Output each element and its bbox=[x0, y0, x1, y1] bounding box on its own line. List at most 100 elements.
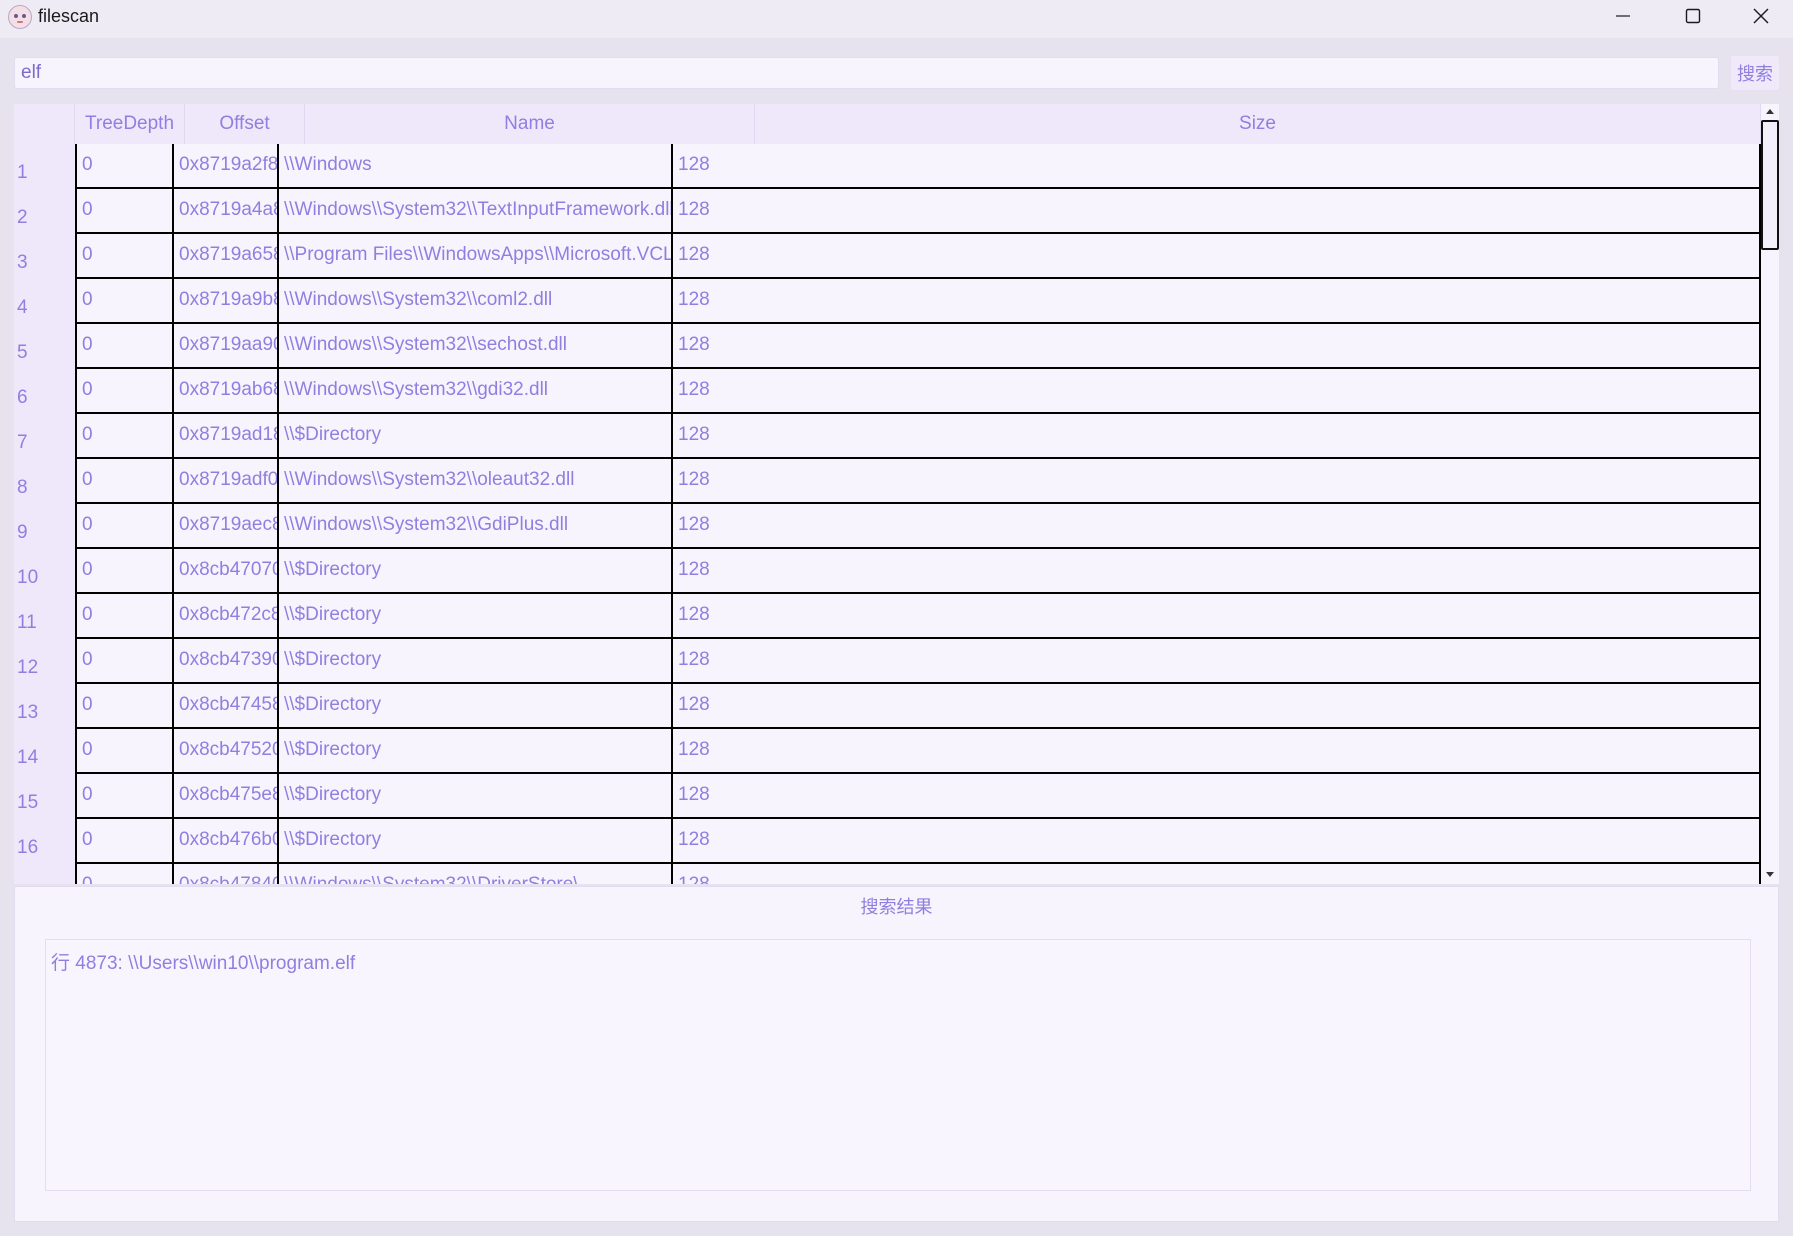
cell-offset[interactable]: 0x8cb47520 bbox=[172, 729, 277, 772]
cell-offset[interactable]: 0x8719a9b8 bbox=[172, 279, 277, 322]
cell-size[interactable]: 128 bbox=[671, 639, 1759, 682]
cell-offset[interactable]: 0x8cb47390 bbox=[172, 639, 277, 682]
cell-treedepth[interactable]: 0 bbox=[77, 684, 172, 727]
maximize-button[interactable] bbox=[1658, 0, 1728, 32]
row-number[interactable]: 4 bbox=[14, 279, 75, 324]
scroll-down-icon[interactable] bbox=[1764, 868, 1776, 880]
cell-name[interactable]: \\Windows bbox=[277, 144, 671, 187]
cell-treedepth[interactable]: 0 bbox=[77, 189, 172, 232]
header-corner[interactable] bbox=[14, 104, 75, 144]
cell-name[interactable]: \\Windows\\System32\\TextInputFramework.… bbox=[277, 189, 671, 232]
cell-size[interactable]: 128 bbox=[671, 819, 1759, 862]
row-number[interactable]: 3 bbox=[14, 234, 75, 279]
table-vertical-scrollbar[interactable] bbox=[1761, 104, 1779, 884]
cell-offset[interactable]: 0x8719ab68 bbox=[172, 369, 277, 412]
cell-treedepth[interactable]: 0 bbox=[77, 729, 172, 772]
cell-treedepth[interactable]: 0 bbox=[77, 819, 172, 862]
cell-offset[interactable]: 0x8719aec8 bbox=[172, 504, 277, 547]
cell-offset[interactable]: 0x8cb47458 bbox=[172, 684, 277, 727]
row-number[interactable]: 2 bbox=[14, 189, 75, 234]
row-number[interactable]: 6 bbox=[14, 369, 75, 414]
cell-treedepth[interactable]: 0 bbox=[77, 504, 172, 547]
cell-name[interactable]: \\Windows\\System32\\coml2.dll bbox=[277, 279, 671, 322]
cell-size[interactable]: 128 bbox=[671, 144, 1759, 187]
cell-offset[interactable]: 0x8719a658 bbox=[172, 234, 277, 277]
search-results-textarea[interactable]: 行 4873: \\Users\\win10\\program.elf bbox=[45, 939, 1751, 1191]
scroll-up-icon[interactable] bbox=[1764, 106, 1776, 118]
cell-name[interactable]: \\Program Files\\WindowsApps\\Microsoft.… bbox=[277, 234, 671, 277]
cell-name[interactable]: \\Windows\\System32\\GdiPlus.dll bbox=[277, 504, 671, 547]
cell-name[interactable]: \\$Directory bbox=[277, 414, 671, 457]
table-row[interactable]: 2 0 0x8719a4a8 \\Windows\\System32\\TextInp… bbox=[14, 189, 1761, 234]
row-number[interactable]: 12 bbox=[14, 639, 75, 684]
table-row[interactable]: 4 0 0x8719a9b8 \\Windows\\System32\\coml2.d… bbox=[14, 279, 1761, 324]
cell-size[interactable]: 128 bbox=[671, 594, 1759, 637]
cell-name[interactable]: \\$Directory bbox=[277, 729, 671, 772]
cell-size[interactable]: 128 bbox=[671, 414, 1759, 457]
cell-name[interactable]: \\Windows\\System32\\DriverStore\ bbox=[277, 864, 671, 884]
cell-size[interactable]: 128 bbox=[671, 729, 1759, 772]
cell-size[interactable]: 128 bbox=[671, 324, 1759, 367]
table-row[interactable]: 14 0 0x8cb47520 \\$Directory 128 bbox=[14, 729, 1761, 774]
header-name[interactable]: Name bbox=[305, 104, 755, 144]
row-number[interactable]: 1 bbox=[14, 144, 75, 189]
cell-treedepth[interactable]: 0 bbox=[77, 279, 172, 322]
cell-treedepth[interactable]: 0 bbox=[77, 594, 172, 637]
table-row[interactable]: 1700x8cb47840\\Windows\\System32\\Driver… bbox=[14, 864, 1761, 884]
row-number[interactable]: 14 bbox=[14, 729, 75, 774]
cell-size[interactable]: 128 bbox=[671, 459, 1759, 502]
cell-treedepth[interactable]: 0 bbox=[77, 459, 172, 502]
header-treedepth[interactable]: TreeDepth bbox=[75, 104, 185, 144]
cell-treedepth[interactable]: 0 bbox=[77, 864, 172, 884]
row-number[interactable]: 8 bbox=[14, 459, 75, 504]
cell-treedepth[interactable]: 0 bbox=[77, 144, 172, 187]
table-row[interactable]: 3 0 0x8719a658 \\Program Files\\WindowsApps… bbox=[14, 234, 1761, 279]
row-number[interactable]: 5 bbox=[14, 324, 75, 369]
cell-name[interactable]: \\$Directory bbox=[277, 684, 671, 727]
cell-offset[interactable]: 0x8719aa90 bbox=[172, 324, 277, 367]
cell-size[interactable]: 128 bbox=[671, 774, 1759, 817]
table-row[interactable]: 10 0 0x8cb47070 \\$Directory 128 bbox=[14, 549, 1761, 594]
cell-offset[interactable]: 0x8719a2f8 bbox=[172, 144, 277, 187]
search-input[interactable] bbox=[14, 57, 1719, 89]
close-button[interactable] bbox=[1728, 0, 1793, 32]
cell-offset[interactable]: 0x8719a4a8 bbox=[172, 189, 277, 232]
table-row[interactable]: 8 0 0x8719adf0 \\Windows\\System32\\oleaut3… bbox=[14, 459, 1761, 504]
table-row[interactable]: 16 0 0x8cb476b0 \\$Directory 128 bbox=[14, 819, 1761, 864]
table-row[interactable]: 12 0 0x8cb47390 \\$Directory 128 bbox=[14, 639, 1761, 684]
cell-size[interactable]: 128 bbox=[671, 234, 1759, 277]
minimize-button[interactable] bbox=[1588, 0, 1658, 32]
cell-offset[interactable]: 0x8cb476b0 bbox=[172, 819, 277, 862]
row-number[interactable]: 11 bbox=[14, 594, 75, 639]
cell-offset[interactable]: 0x8cb47840 bbox=[172, 864, 277, 884]
cell-name[interactable]: \\$Directory bbox=[277, 774, 671, 817]
table-row[interactable]: 6 0 0x8719ab68 \\Windows\\System32\\gdi32.d… bbox=[14, 369, 1761, 414]
cell-treedepth[interactable]: 0 bbox=[77, 414, 172, 457]
cell-name[interactable]: \\Windows\\System32\\gdi32.dll bbox=[277, 369, 671, 412]
cell-size[interactable]: 128 bbox=[671, 279, 1759, 322]
table-row[interactable]: 7 0 0x8719ad18 \\$Directory 128 bbox=[14, 414, 1761, 459]
result-line[interactable]: 行 4873: \\Users\\win10\\program.elf bbox=[51, 948, 1745, 975]
table-row[interactable]: 9 0 0x8719aec8 \\Windows\\System32\\GdiPlus… bbox=[14, 504, 1761, 549]
cell-name[interactable]: \\$Directory bbox=[277, 639, 671, 682]
row-number[interactable]: 16 bbox=[14, 819, 75, 864]
cell-size[interactable]: 128 bbox=[671, 369, 1759, 412]
scrollbar-thumb[interactable] bbox=[1761, 120, 1779, 250]
cell-treedepth[interactable]: 0 bbox=[77, 549, 172, 592]
table-row[interactable]: 5 0 0x8719aa90 \\Windows\\System32\\sechost… bbox=[14, 324, 1761, 369]
cell-offset[interactable]: 0x8cb475e8 bbox=[172, 774, 277, 817]
cell-treedepth[interactable]: 0 bbox=[77, 774, 172, 817]
table-row[interactable]: 13 0 0x8cb47458 \\$Directory 128 bbox=[14, 684, 1761, 729]
cell-treedepth[interactable]: 0 bbox=[77, 324, 172, 367]
row-number[interactable]: 13 bbox=[14, 684, 75, 729]
row-number[interactable]: 7 bbox=[14, 414, 75, 459]
cell-name[interactable]: \\$Directory bbox=[277, 819, 671, 862]
row-number[interactable]: 10 bbox=[14, 549, 75, 594]
cell-size[interactable]: 128 bbox=[671, 864, 1759, 884]
cell-offset[interactable]: 0x8cb472c8 bbox=[172, 594, 277, 637]
row-number[interactable]: 17 bbox=[14, 864, 75, 884]
file-table[interactable]: TreeDepth Offset Name Size 1 0 0x8719a2f8 \… bbox=[14, 104, 1779, 884]
cell-treedepth[interactable]: 0 bbox=[77, 234, 172, 277]
cell-name[interactable]: \\Windows\\System32\\oleaut32.dll bbox=[277, 459, 671, 502]
cell-name[interactable]: \\$Directory bbox=[277, 594, 671, 637]
